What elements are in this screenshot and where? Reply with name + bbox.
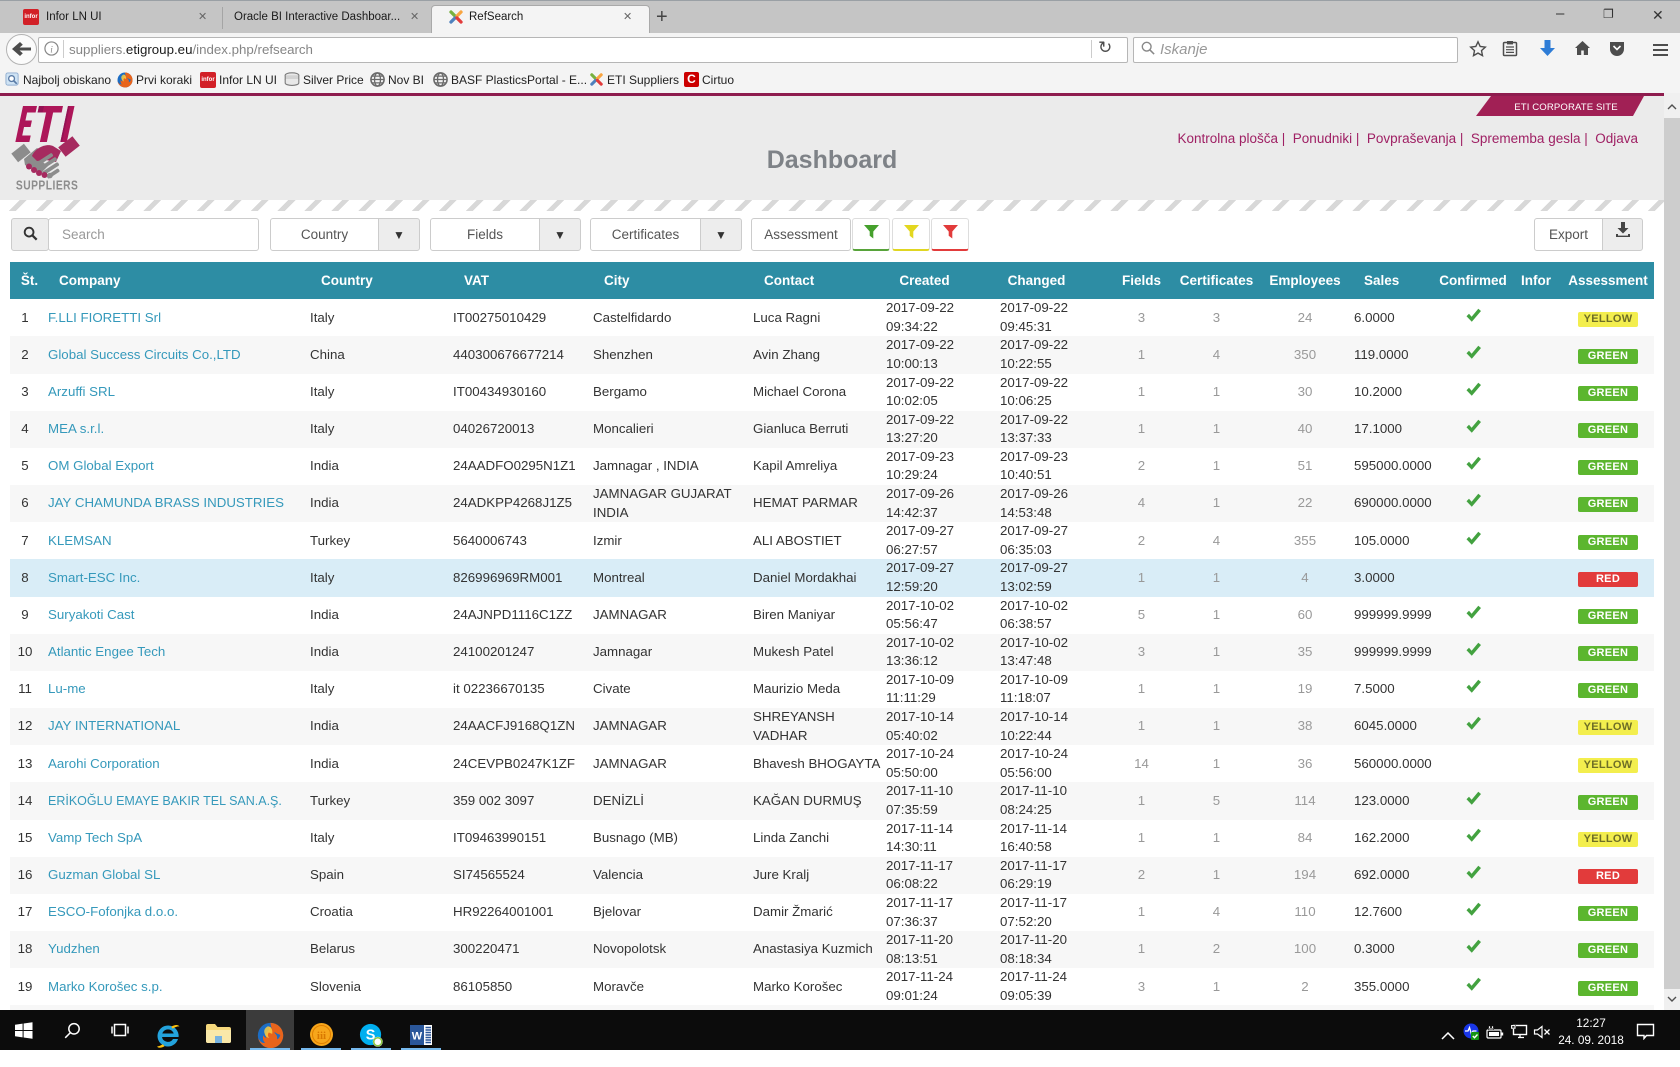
svg-text:i: i bbox=[50, 45, 53, 55]
svg-text:iii: iii bbox=[316, 1030, 325, 1042]
svg-text:W: W bbox=[412, 1031, 423, 1043]
svg-text:SUPPLIERS: SUPPLIERS bbox=[16, 180, 78, 193]
svg-text:ETI CORPORATE SITE: ETI CORPORATE SITE bbox=[1514, 102, 1617, 113]
